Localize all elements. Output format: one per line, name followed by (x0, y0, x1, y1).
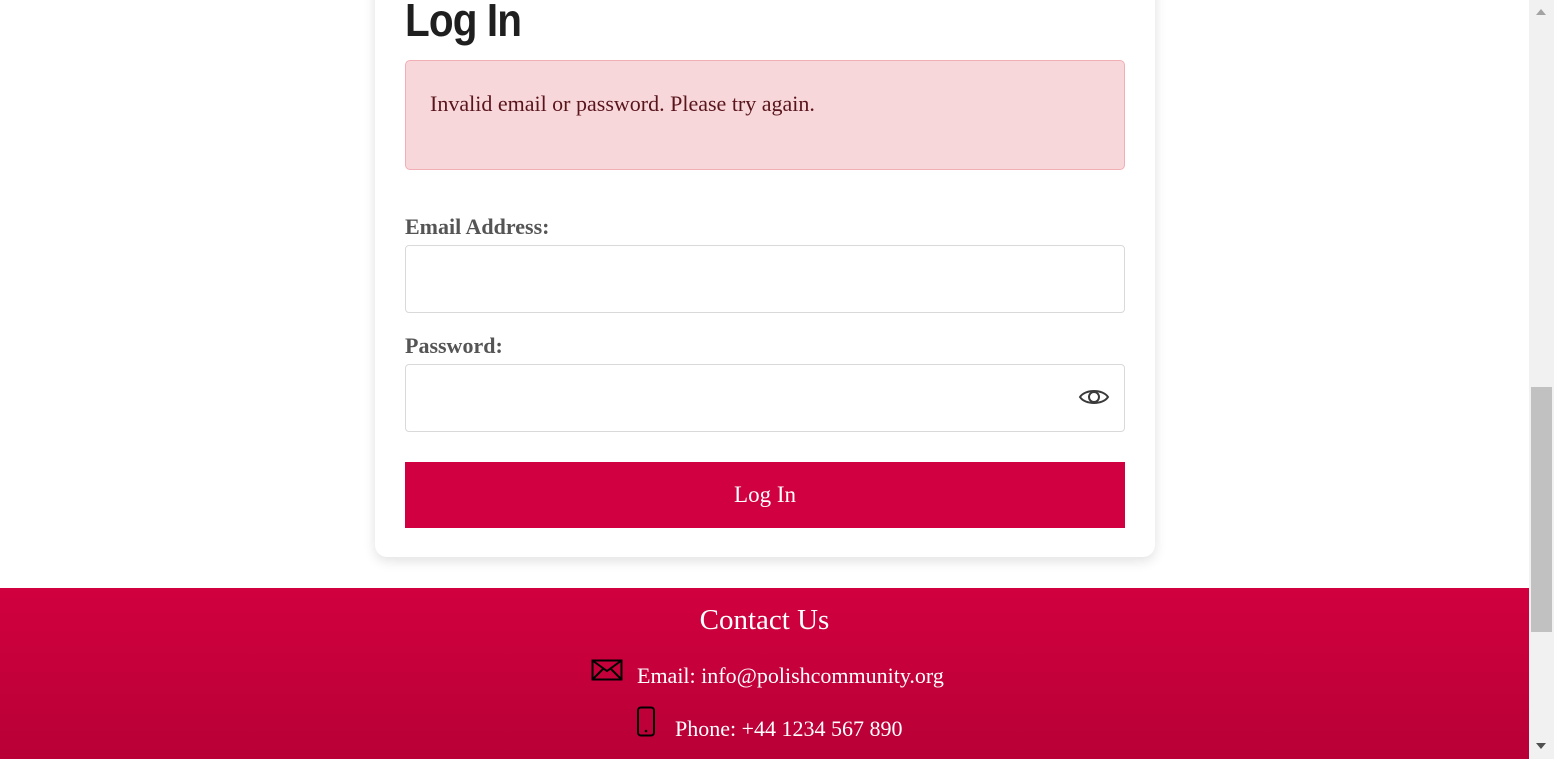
email-link[interactable]: info@polishcommunity.org (701, 663, 944, 689)
error-alert: Invalid email or password. Please try ag… (405, 60, 1125, 170)
viewport: Log In Invalid email or password. Please… (0, 0, 1529, 759)
contact-phone-row: Phone: +44 1234 567 890 (636, 706, 903, 748)
page-title: Log In (405, 0, 522, 46)
mobile-phone-icon (636, 706, 656, 744)
email-field[interactable] (405, 245, 1125, 313)
envelope-icon (591, 658, 623, 688)
footer: Contact Us Email: info@polishcommunity.o… (0, 588, 1529, 759)
error-message: Invalid email or password. Please try ag… (430, 91, 815, 116)
scrollbar-thumb[interactable] (1531, 387, 1552, 632)
footer-title: Contact Us (699, 604, 830, 636)
phone-prefix: Phone: (675, 716, 737, 741)
vertical-scrollbar[interactable] (1529, 0, 1554, 759)
eye-icon[interactable] (1078, 385, 1110, 409)
envelope-icon-graphic (591, 659, 623, 681)
mobile-phone-icon-graphic (637, 706, 655, 737)
password-field[interactable] (405, 364, 1125, 432)
email-label: Email Address: (405, 214, 550, 239)
scroll-up-arrow-icon[interactable] (1529, 0, 1554, 25)
eye-icon-graphic (1078, 390, 1110, 404)
page: Log In Invalid email or password. Please… (0, 0, 1554, 759)
contact-email-row: Email: info@polishcommunity.org (591, 658, 944, 691)
login-button[interactable]: Log In (405, 462, 1125, 528)
email-prefix: Email: (637, 663, 696, 688)
password-label: Password: (405, 333, 503, 358)
phone-number: +44 1234 567 890 (741, 716, 903, 741)
scroll-down-arrow-icon[interactable] (1529, 734, 1554, 759)
